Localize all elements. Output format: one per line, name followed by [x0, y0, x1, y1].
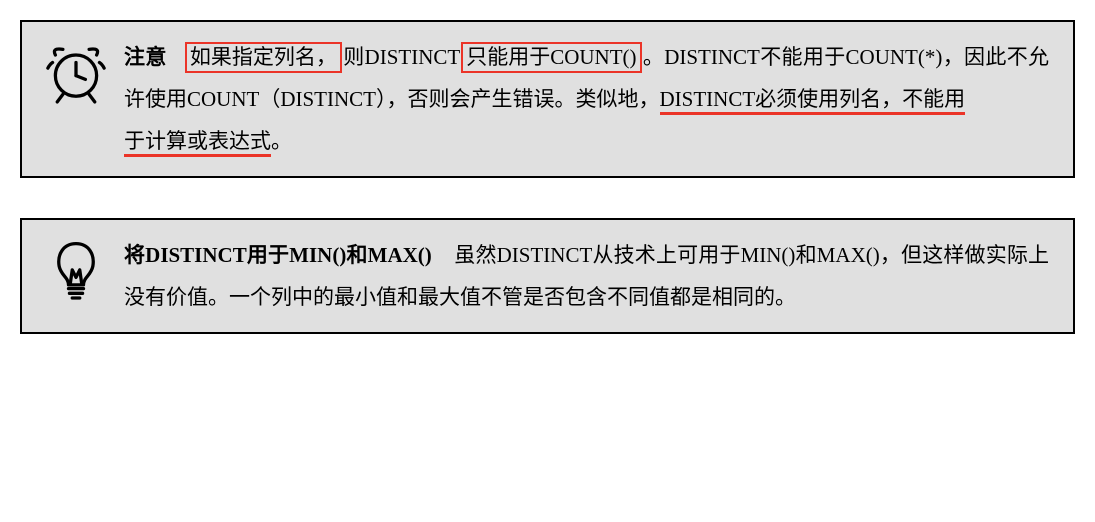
- callout-tip-title: 将DISTINCT用于MIN()和MAX(): [124, 243, 432, 267]
- text-segment: 。: [643, 45, 665, 69]
- alarm-clock-icon: [46, 40, 106, 110]
- callout-note-title: 注意: [124, 45, 167, 69]
- highlight-box-1: 如果指定列名，: [185, 42, 342, 73]
- callout-tip-content: 将DISTINCT用于MIN()和MAX() 虽然DISTINCT从技术上可用于…: [124, 234, 1049, 318]
- highlight-underline-2: 于计算或表达式: [124, 129, 271, 157]
- text-segment: DISTINCT: [365, 45, 461, 69]
- text-segment: DISTINCT: [664, 45, 760, 69]
- text-segment: 则: [343, 45, 365, 69]
- callout-tip: 将DISTINCT用于MIN()和MAX() 虽然DISTINCT从技术上可用于…: [20, 218, 1075, 334]
- callout-note-content: 注意 如果指定列名，则DISTINCT只能用于COUNT()。DISTINCT不…: [124, 36, 1049, 162]
- text-segment: 。: [271, 129, 292, 153]
- highlight-underline-1: DISTINCT必须使用列名，不能用: [660, 87, 966, 115]
- lightbulb-icon: [46, 238, 106, 308]
- callout-note: 注意 如果指定列名，则DISTINCT只能用于COUNT()。DISTINCT不…: [20, 20, 1075, 178]
- highlight-box-2: 只能用于COUNT(): [461, 42, 641, 73]
